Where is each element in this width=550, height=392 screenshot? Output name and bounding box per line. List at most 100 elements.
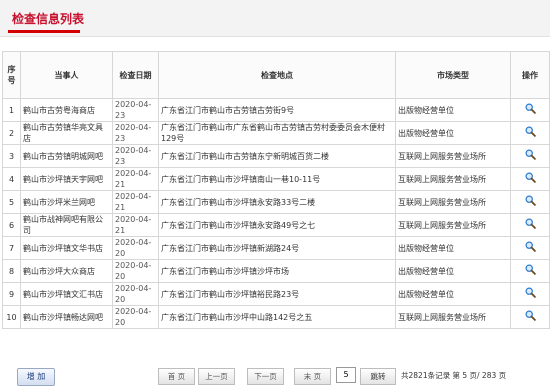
date-cell: 2020-04-21 [112,190,159,214]
market-type-cell: 互联网上网服务营业场所 [395,213,511,237]
table-row: 8 鹤山市沙坪大众商店 2020-04-20 广东省江门市鹤山市沙坪镇沙坪市场 出版物经… [2,259,550,283]
row-number: 7 [2,236,21,260]
location-cell: 广东省江门市鹤山市沙坪镇南山一巷10-11号 [158,167,396,191]
location-cell: 广东省江门市鹤山市沙坪中山路142号之五 [158,305,396,329]
magnifier-icon[interactable] [525,264,536,278]
col-header-no: 序号 [2,51,21,99]
action-cell [510,98,550,122]
row-number: 1 [2,98,21,122]
date-cell: 2020-04-20 [112,236,159,260]
table-header-row: 序号 当事人 检查日期 检查地点 市场类型 操作 [2,51,550,99]
date-cell: 2020-04-21 [112,213,159,237]
magnifier-icon[interactable] [525,172,536,186]
magnifier-icon[interactable] [525,241,536,255]
col-header-party: 当事人 [20,51,113,99]
party-cell: 鹤山市古劳镇华亮文具店 [20,121,113,145]
action-cell [510,167,550,191]
date-cell: 2020-04-23 [112,98,159,122]
market-type-cell: 互联网上网服务营业场所 [395,305,511,329]
location-cell: 广东省江门市鹤山市沙坪镇永安路33号二楼 [158,190,396,214]
market-type-cell: 互联网上网服务营业场所 [395,167,511,191]
row-number: 4 [2,167,21,191]
page-title: 检查信息列表 [12,12,85,26]
col-header-market: 市场类型 [395,51,511,99]
location-cell: 广东省江门市鹤山市沙坪镇新湖路24号 [158,236,396,260]
table-row: 3 鹤山市古劳镇明城网吧 2020-04-23 广东省江门市鹤山市古劳镇东宁新明城百货… [2,144,550,168]
page-number-input[interactable]: 5 [336,367,356,383]
pagination-info: 共2821条记录 第 5 页/ 283 页 [401,371,507,380]
location-cell: 广东省江门市鹤山市沙坪镇沙坪市场 [158,259,396,283]
date-cell: 2020-04-20 [112,259,159,283]
party-cell: 鹤山市古劳镇明城网吧 [20,144,113,168]
party-cell: 鹤山市沙坪镇畅达网吧 [20,305,113,329]
add-button[interactable]: 增 加 [17,368,55,386]
action-cell [510,236,550,260]
date-cell: 2020-04-20 [112,282,159,306]
magnifier-icon[interactable] [525,310,536,324]
prev-page-button[interactable]: 上一页 [198,368,235,385]
magnifier-icon[interactable] [525,287,536,301]
page-header: 检查信息列表 [0,0,550,37]
action-cell [510,282,550,306]
row-number: 5 [2,190,21,214]
party-cell: 鹤山市古劳粤海商店 [20,98,113,122]
party-cell: 鹤山市沙坪镇文汇书店 [20,282,113,306]
action-cell [510,190,550,214]
date-cell: 2020-04-23 [112,144,159,168]
col-header-action: 操作 [510,51,550,99]
go-button[interactable]: 跳转 [360,368,396,385]
next-page-button[interactable]: 下一页 [247,368,284,385]
magnifier-icon[interactable] [525,218,536,232]
party-cell: 鹤山市沙坪镇天宇网吧 [20,167,113,191]
market-type-cell: 出版物经营单位 [395,282,511,306]
market-type-cell: 互联网上网服务营业场所 [395,190,511,214]
action-cell [510,213,550,237]
market-type-cell: 出版物经营单位 [395,98,511,122]
row-number: 9 [2,282,21,306]
table-row: 2 鹤山市古劳镇华亮文具店 2020-04-23 广东省江门市鹤山市广东省鹤山市古劳镇… [2,121,550,145]
action-cell [510,259,550,283]
party-cell: 鹤山市沙坪米兰网吧 [20,190,113,214]
location-cell: 广东省江门市鹤山市古劳镇古劳街9号 [158,98,396,122]
date-cell: 2020-04-23 [112,121,159,145]
col-header-date: 检查日期 [112,51,159,99]
table-row: 10 鹤山市沙坪镇畅达网吧 2020-04-20 广东省江门市鹤山市沙坪中山路142号… [2,305,550,329]
last-page-button[interactable]: 末 页 [294,368,331,385]
party-cell: 鹤山市战神网吧有限公司 [20,213,113,237]
pagination-bar: 增 加 首 页 上一页 下一页 末 页 5 跳转 共2821条记录 第 5 页/… [0,365,550,387]
inspection-table: 序号 当事人 检查日期 检查地点 市场类型 操作 1 鹤山市古劳粤海商店 2020-… [2,51,550,329]
table-row: 5 鹤山市沙坪米兰网吧 2020-04-21 广东省江门市鹤山市沙坪镇永安路33号二楼… [2,190,550,214]
party-cell: 鹤山市沙坪镇文华书店 [20,236,113,260]
location-cell: 广东省江门市鹤山市广东省鹤山市古劳镇古劳村委委员会木便村129号 [158,121,396,145]
action-cell [510,144,550,168]
table-row: 6 鹤山市战神网吧有限公司 2020-04-21 广东省江门市鹤山市沙坪镇永安路49号… [2,213,550,237]
location-cell: 广东省江门市鹤山市沙坪镇裕民路23号 [158,282,396,306]
table-row: 4 鹤山市沙坪镇天宇网吧 2020-04-21 广东省江门市鹤山市沙坪镇南山一巷10-… [2,167,550,191]
market-type-cell: 互联网上网服务营业场所 [395,144,511,168]
market-type-cell: 出版物经营单位 [395,121,511,145]
date-cell: 2020-04-21 [112,167,159,191]
row-number: 6 [2,213,21,237]
magnifier-icon[interactable] [525,103,536,117]
table-row: 1 鹤山市古劳粤海商店 2020-04-23 广东省江门市鹤山市古劳镇古劳街9号 出版物… [2,98,550,122]
row-number: 10 [2,305,21,329]
market-type-cell: 出版物经营单位 [395,259,511,283]
title-underline [8,30,80,33]
market-type-cell: 出版物经营单位 [395,236,511,260]
location-cell: 广东省江门市鹤山市沙坪镇永安路49号之七 [158,213,396,237]
table-row: 7 鹤山市沙坪镇文华书店 2020-04-20 广东省江门市鹤山市沙坪镇新湖路24号出… [2,236,550,260]
row-number: 2 [2,121,21,145]
action-cell [510,305,550,329]
magnifier-icon[interactable] [525,126,536,140]
date-cell: 2020-04-20 [112,305,159,329]
party-cell: 鹤山市沙坪大众商店 [20,259,113,283]
action-cell [510,121,550,145]
table-row: 9 鹤山市沙坪镇文汇书店 2020-04-20 广东省江门市鹤山市沙坪镇裕民路23号出… [2,282,550,306]
first-page-button[interactable]: 首 页 [158,368,195,385]
row-number: 8 [2,259,21,283]
row-number: 3 [2,144,21,168]
magnifier-icon[interactable] [525,149,536,163]
col-header-location: 检查地点 [158,51,396,99]
magnifier-icon[interactable] [525,195,536,209]
location-cell: 广东省江门市鹤山市古劳镇东宁新明城百货二楼 [158,144,396,168]
